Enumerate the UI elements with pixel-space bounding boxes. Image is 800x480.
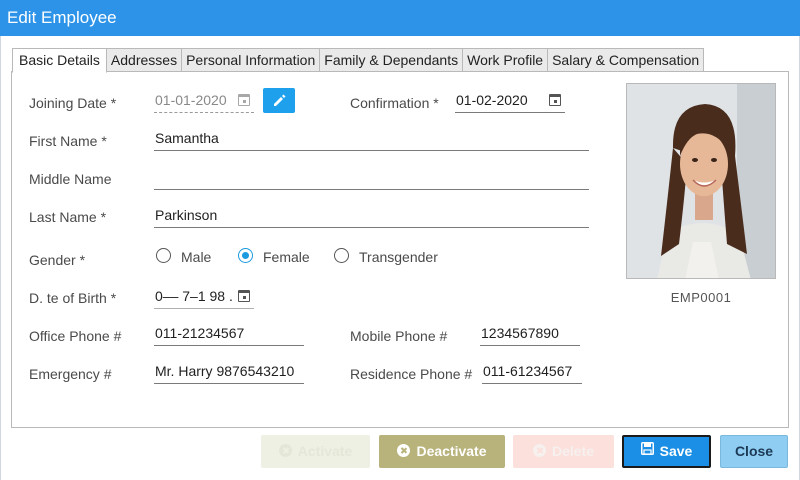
activate-button-label: Activate <box>297 443 353 459</box>
gender-male-radio[interactable] <box>156 248 171 263</box>
first-name-field[interactable]: Samantha <box>154 127 589 151</box>
mobile-phone-value: 1234567890 <box>481 325 559 341</box>
date-of-birth-field[interactable]: 0–– 7–1 98 . <box>154 285 254 309</box>
tab-work-profile[interactable]: Work Profile <box>463 48 549 72</box>
close-circle-icon <box>532 444 546 458</box>
close-circle-icon <box>397 444 411 458</box>
employee-id: EMP0001 <box>670 290 732 305</box>
tab-strip: Basic Details Addresses Personal Informa… <box>12 48 705 73</box>
activate-button[interactable]: Activate <box>261 435 370 468</box>
tab-salary-compensation[interactable]: Salary & Compensation <box>548 48 705 72</box>
gender-female-label[interactable]: Female <box>263 249 310 265</box>
residence-phone-field[interactable]: 011-61234567 <box>482 360 582 384</box>
office-phone-field[interactable]: 011-21234567 <box>154 322 304 346</box>
first-name-value: Samantha <box>155 130 219 146</box>
tab-personal-information[interactable]: Personal Information <box>182 48 321 72</box>
gender-male-label[interactable]: Male <box>181 249 211 265</box>
deactivate-button-label: Deactivate <box>416 443 487 459</box>
middle-name-label: Middle Name <box>29 171 112 187</box>
residence-phone-label: Residence Phone # <box>350 366 473 382</box>
employee-photo[interactable] <box>626 83 776 279</box>
first-name-label: First Name * <box>29 133 107 149</box>
last-name-value: Parkinson <box>155 207 218 223</box>
joining-date-value: 01-01-2020 <box>155 92 227 108</box>
close-button-label: Close <box>734 443 774 459</box>
joining-date-label: Joining Date * <box>29 95 117 111</box>
calendar-icon[interactable] <box>549 94 561 106</box>
middle-name-field[interactable] <box>154 166 589 190</box>
emergency-label: Emergency # <box>29 366 112 382</box>
delete-button[interactable]: Delete <box>513 435 614 468</box>
last-name-field[interactable]: Parkinson <box>154 204 589 228</box>
gender-label: Gender * <box>29 252 86 268</box>
tab-addresses[interactable]: Addresses <box>106 48 183 72</box>
gender-female-radio[interactable] <box>238 248 253 263</box>
last-name-label: Last Name * <box>29 209 107 225</box>
emergency-field[interactable]: Mr. Harry 9876543210 <box>154 360 304 384</box>
mobile-phone-label: Mobile Phone # <box>350 328 448 344</box>
tab-basic-details[interactable]: Basic Details <box>12 48 107 73</box>
joining-date-field[interactable]: 01-01-2020 <box>154 89 254 113</box>
close-button[interactable]: Close <box>720 435 788 468</box>
employee-photo-image <box>627 84 775 278</box>
residence-phone-value: 011-61234567 <box>483 363 573 379</box>
gender-transgender-label[interactable]: Transgender <box>359 249 438 265</box>
edit-joining-date-button[interactable] <box>263 88 295 113</box>
save-button-label: Save <box>659 443 693 459</box>
save-button[interactable]: Save <box>622 435 711 468</box>
window-titlebar: Edit Employee <box>0 0 800 36</box>
gender-transgender-radio[interactable] <box>334 248 349 263</box>
floppy-disk-icon <box>640 436 654 465</box>
confirmation-label: Confirmation * <box>350 95 439 111</box>
close-circle-icon <box>278 444 292 458</box>
mobile-phone-field[interactable]: 1234567890 <box>480 322 580 346</box>
delete-button-label: Delete <box>551 443 595 459</box>
deactivate-button[interactable]: Deactivate <box>379 435 505 468</box>
pencil-icon <box>274 94 286 106</box>
office-phone-label: Office Phone # <box>29 328 122 344</box>
calendar-icon[interactable] <box>238 290 250 302</box>
date-of-birth-value: 0–– 7–1 98 . <box>155 288 233 304</box>
confirmation-date-field[interactable]: 01-02-2020 <box>455 89 565 113</box>
office-phone-value: 011-21234567 <box>155 325 245 341</box>
emergency-value: Mr. Harry 9876543210 <box>155 363 295 379</box>
window-title: Edit Employee <box>7 8 117 27</box>
calendar-icon[interactable] <box>238 94 250 106</box>
tab-family-dependants[interactable]: Family & Dependants <box>320 48 464 72</box>
confirmation-date-value: 01-02-2020 <box>456 92 528 108</box>
date-of-birth-label: D. te of Birth * <box>29 290 117 306</box>
